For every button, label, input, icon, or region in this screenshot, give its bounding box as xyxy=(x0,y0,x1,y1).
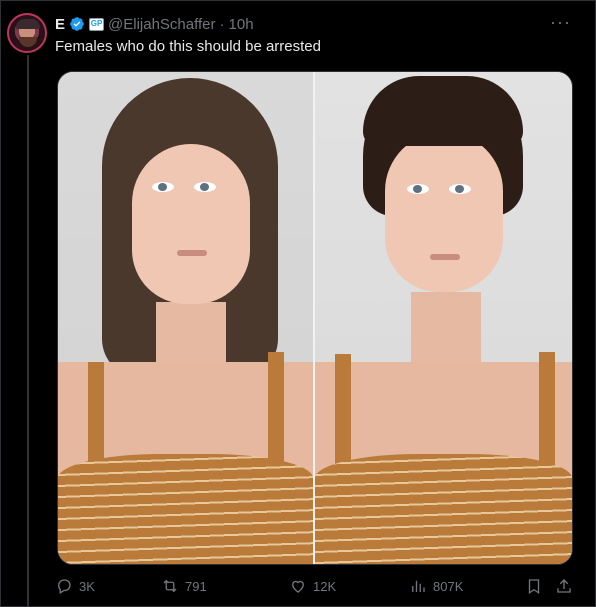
bookmark-button[interactable] xyxy=(525,577,543,595)
avatar[interactable] xyxy=(7,13,47,53)
thread-line xyxy=(27,55,29,607)
share-icon xyxy=(557,579,571,593)
verified-badge-icon[interactable] xyxy=(69,16,85,32)
author-display-name[interactable]: E xyxy=(55,16,65,33)
media-image-right[interactable] xyxy=(315,72,572,564)
share-button[interactable] xyxy=(555,577,573,595)
more-horizontal-icon[interactable]: ··· xyxy=(550,13,571,31)
tweet-actions: 3K 791 12K 807K xyxy=(55,577,577,597)
like-count: 12K xyxy=(313,578,337,594)
heart-icon xyxy=(292,580,304,593)
tweet-timestamp[interactable]: 10h xyxy=(229,16,254,33)
media-image-left[interactable] xyxy=(58,72,315,564)
views-button[interactable]: 807K xyxy=(409,577,463,595)
reply-button[interactable]: 3K xyxy=(55,577,95,595)
tweet-header: E GP @ElijahSchaffer · 10h xyxy=(55,14,254,34)
reply-icon xyxy=(58,579,71,594)
tweet-container: E GP @ElijahSchaffer · 10h ··· Females w… xyxy=(0,0,596,607)
repost-icon xyxy=(163,579,177,593)
like-button[interactable]: 12K xyxy=(289,577,336,595)
tweet-media[interactable] xyxy=(57,71,573,565)
repost-button[interactable]: 791 xyxy=(161,577,207,595)
affiliation-badge[interactable]: GP xyxy=(89,17,105,31)
repost-count: 791 xyxy=(185,578,207,594)
separator-dot: · xyxy=(219,15,225,33)
views-count: 807K xyxy=(433,578,464,594)
reply-count: 3K xyxy=(79,578,95,594)
tweet-text: Females who do this should be arrested xyxy=(55,38,321,55)
author-handle[interactable]: @ElijahSchaffer xyxy=(108,16,216,33)
views-chart-icon xyxy=(412,580,425,592)
bookmark-icon xyxy=(528,579,540,595)
